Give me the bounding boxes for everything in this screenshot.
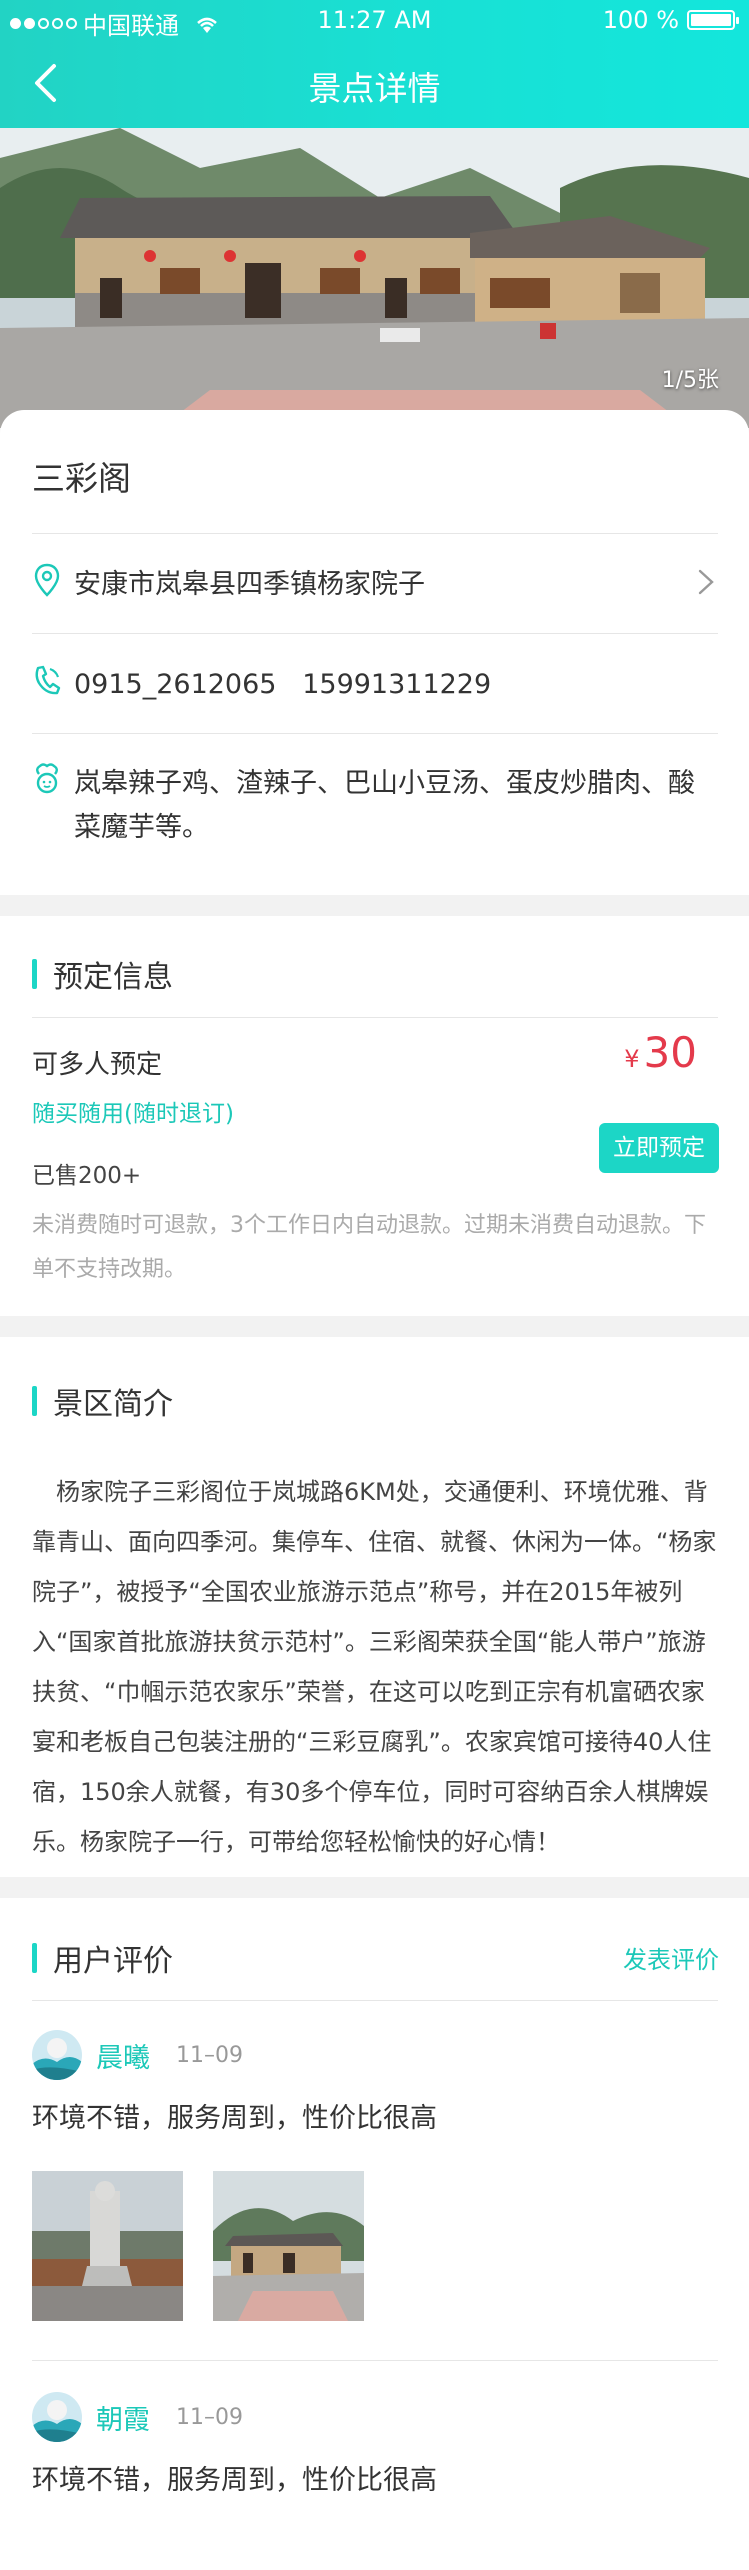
reviews-title: 用户评价 (32, 1936, 173, 1980)
page-title: 景点详情 (308, 69, 441, 108)
review-photo[interactable] (32, 2171, 183, 2321)
review-user[interactable]: 晨曦 (96, 2036, 150, 2075)
price-currency: ¥ (624, 1045, 640, 1073)
post-review-link[interactable]: 发表评价 (623, 1940, 719, 1975)
dishes-text: 岚皋辣子鸡、渣辣子、巴山小豆汤、蛋皮炒腊肉、酸菜魔芋等。 (74, 768, 695, 843)
booking-section: 预定信息 可多人预定 随买随用(随时退订) 已售200+ ¥ 30 立即预定 未… (0, 916, 749, 1316)
booking-policy: 随买随用(随时退订) (32, 1101, 234, 1127)
review-head: 晨曦 11–09 (32, 2030, 718, 2080)
review-text: 环境不错，服务周到，性价比很高 (32, 2465, 437, 2496)
price-value: 30 (643, 1028, 697, 1077)
review-photo[interactable] (213, 2171, 364, 2321)
avatar[interactable] (32, 2392, 82, 2442)
book-now-button[interactable]: 立即预定 (599, 1123, 719, 1173)
address-text: 安康市岚皋县四季镇杨家院子 (74, 569, 425, 600)
app-header: 中国联通 11:27 AM 100 % 景点详情 (0, 0, 749, 128)
place-name: 三彩阁 (32, 459, 131, 498)
divider (32, 733, 718, 734)
chef-icon (36, 763, 58, 794)
sold-count: 已售200+ (32, 1163, 142, 1189)
review-head: 朝霞 11–09 (32, 2392, 718, 2442)
phone-row[interactable]: 0915_2612065 15991311229 (32, 663, 718, 707)
intro-title: 景区简介 (32, 1379, 173, 1423)
avatar[interactable] (32, 2030, 82, 2080)
refund-note: 未消费随时可退款，3个工作日内自动退款。过期未消费自动退款。下单不支持改期。 (32, 1213, 706, 1282)
price: ¥ 30 (624, 1028, 697, 1077)
divider (32, 1017, 718, 1018)
title-accent-bar (32, 959, 37, 989)
battery-icon (687, 10, 739, 30)
divider (32, 633, 718, 634)
nav-bar: 景点详情 (0, 40, 749, 128)
divider (32, 2000, 718, 2001)
reviews-section: 用户评价 发表评价 晨曦 11–09 环境不错，服务周到，性价比很高 朝霞 11… (0, 1898, 749, 2570)
dishes-row: 岚皋辣子鸡、渣辣子、巴山小豆汤、蛋皮炒腊肉、酸菜魔芋等。 (32, 762, 718, 850)
title-accent-bar (32, 1943, 37, 1973)
booking-title-text: 预定信息 (53, 960, 173, 995)
battery-label: 100 % (602, 6, 679, 34)
phone-text: 0915_2612065 15991311229 (74, 669, 492, 700)
booking-type: 可多人预定 (32, 1050, 163, 1080)
divider (32, 533, 718, 534)
review-item: 朝霞 11–09 环境不错，服务周到，性价比很高 (32, 2392, 718, 2497)
title-accent-bar (32, 1386, 37, 1416)
hero-carousel[interactable]: 1/5张 (0, 128, 749, 428)
chevron-right-icon (698, 569, 714, 595)
review-date: 11–09 (176, 2042, 243, 2068)
intro-title-text: 景区简介 (53, 1387, 173, 1422)
review-photos (32, 2171, 718, 2321)
location-pin-icon (34, 563, 60, 597)
intro-section: 景区简介 杨家院子三彩阁位于岚城路6KM处，交通便利、环境优雅、背靠青山、面向四… (0, 1337, 749, 1877)
divider (32, 2360, 718, 2361)
reviews-title-text: 用户评价 (53, 1944, 173, 1979)
review-user[interactable]: 朝霞 (96, 2398, 150, 2437)
address-row[interactable]: 安康市岚皋县四季镇杨家院子 (32, 563, 718, 607)
status-right: 100 % (602, 6, 739, 34)
booking-title: 预定信息 (32, 952, 173, 996)
review-text: 环境不错，服务周到，性价比很高 (32, 2103, 437, 2134)
review-item: 晨曦 11–09 环境不错，服务周到，性价比很高 (32, 2030, 718, 2321)
intro-body: 杨家院子三彩阁位于岚城路6KM处，交通便利、环境优雅、背靠青山、面向四季河。集停… (32, 1478, 717, 1856)
hero-photo (0, 128, 749, 428)
phone-icon (35, 665, 61, 695)
status-bar: 中国联通 11:27 AM 100 % (0, 0, 749, 40)
image-counter: 1/5张 (661, 368, 719, 393)
review-date: 11–09 (176, 2404, 243, 2430)
place-info-card: 三彩阁 安康市岚皋县四季镇杨家院子 0915_2612065 159913112… (0, 410, 749, 895)
